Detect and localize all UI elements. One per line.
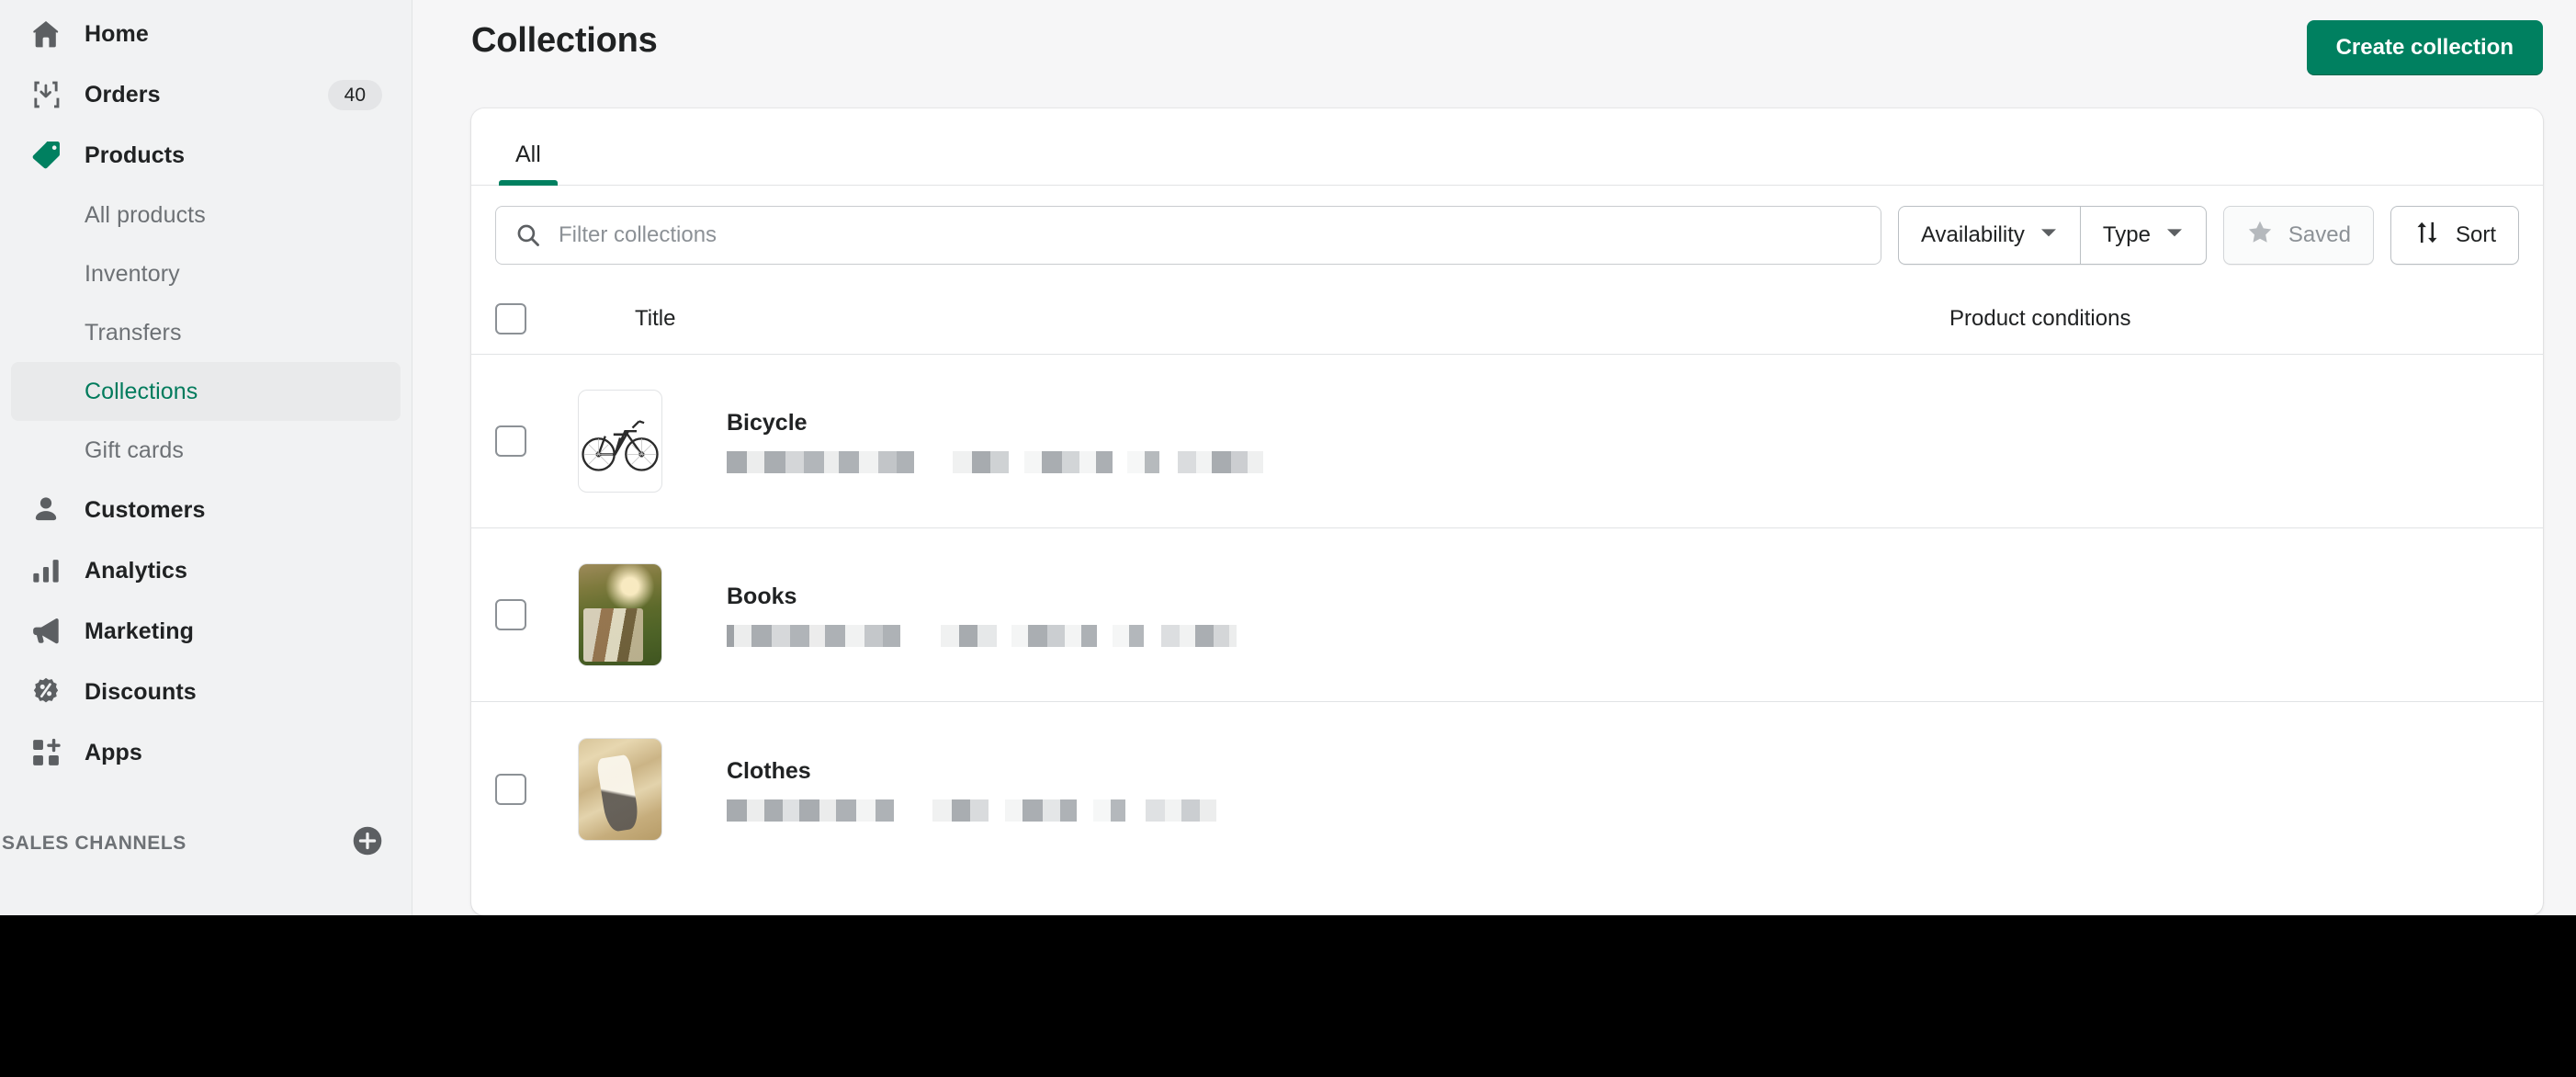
search-icon: [514, 221, 542, 249]
row-text-block: Bicycle: [727, 409, 1263, 473]
viewport-letterbox: [0, 915, 2576, 1077]
shopify-admin-app: Home Orders 40 Products All products: [0, 0, 2576, 915]
sidebar-item-analytics[interactable]: Analytics: [11, 540, 401, 601]
row-select-cell: [495, 425, 554, 457]
sort-label: Sort: [2456, 222, 2496, 248]
sidebar-item-label: Marketing: [85, 618, 194, 645]
chevron-down-icon: [2039, 222, 2058, 248]
collection-title: Bicycle: [727, 409, 1263, 436]
product-conditions-column-label: Product conditions: [1949, 306, 2130, 331]
saved-filter-button[interactable]: Saved: [2223, 206, 2374, 265]
sidebar-subitem-label: Inventory: [85, 261, 180, 288]
row-checkbox[interactable]: [495, 599, 526, 630]
star-icon: [2246, 219, 2274, 253]
select-all-cell: [495, 303, 554, 334]
sidebar-item-home[interactable]: Home: [11, 4, 401, 64]
sales-channels-header: SALES CHANNELS: [0, 825, 412, 861]
row-text-block: Clothes: [727, 757, 1216, 822]
type-filter-label: Type: [2103, 222, 2151, 248]
sidebar-item-label: Discounts: [85, 679, 197, 706]
table-row[interactable]: Clothes: [471, 702, 2543, 876]
plus-circle-icon[interactable]: [352, 825, 383, 861]
tab-label: All: [515, 142, 541, 167]
filter-button-group: Availability Type: [1898, 206, 2207, 265]
sidebar-item-label: Analytics: [85, 558, 187, 584]
collection-title: Books: [727, 583, 1237, 610]
sidebar-item-apps[interactable]: Apps: [11, 722, 401, 783]
books-photo: [578, 563, 662, 666]
sidebar-item-collections[interactable]: Collections: [11, 362, 401, 421]
create-collection-button[interactable]: Create collection: [2307, 20, 2543, 75]
page-title: Collections: [471, 20, 658, 62]
tab-bar: All: [471, 108, 2543, 186]
sidebar-item-label: Customers: [85, 497, 206, 524]
row-checkbox[interactable]: [495, 774, 526, 805]
analytics-bars-icon: [29, 554, 70, 587]
sidebar-subitem-label: All products: [85, 202, 206, 229]
filter-bar: Availability Type: [471, 186, 2543, 283]
table-header-row: Title Product conditions: [471, 283, 2543, 355]
discounts-percent-icon: [29, 675, 70, 709]
products-tag-icon: [29, 139, 70, 172]
sidebar-item-label: Apps: [85, 740, 142, 766]
row-title-cell: Books: [554, 563, 1949, 666]
row-text-block: Books: [727, 583, 1237, 647]
row-checkbox[interactable]: [495, 425, 526, 457]
sidebar-item-marketing[interactable]: Marketing: [11, 601, 401, 662]
collection-title: Clothes: [727, 757, 1216, 785]
sidebar-subitem-label: Collections: [85, 379, 198, 405]
sidebar-item-discounts[interactable]: Discounts: [11, 662, 401, 722]
availability-filter-button[interactable]: Availability: [1898, 206, 2080, 265]
redacted-subtitle: [727, 451, 1263, 473]
sidebar: Home Orders 40 Products All products: [0, 0, 412, 915]
type-filter-button[interactable]: Type: [2080, 206, 2207, 265]
main-content: Collections Create collection All: [412, 0, 2576, 915]
sales-channels-title: SALES CHANNELS: [2, 833, 186, 855]
table-row[interactable]: Books: [471, 528, 2543, 702]
apps-grid-plus-icon: [29, 736, 70, 769]
orders-icon: [29, 78, 70, 111]
sidebar-item-customers[interactable]: Customers: [11, 480, 401, 540]
row-title-cell: Clothes: [554, 738, 1949, 841]
row-select-cell: [495, 599, 554, 630]
select-all-checkbox[interactable]: [495, 303, 526, 334]
sidebar-subitem-label: Gift cards: [85, 437, 184, 464]
clothes-photo: [578, 738, 662, 841]
sidebar-item-inventory[interactable]: Inventory: [11, 244, 401, 303]
sidebar-item-all-products[interactable]: All products: [11, 186, 401, 244]
bicycle-photo: [578, 390, 662, 493]
search-input[interactable]: [559, 222, 1862, 248]
sidebar-item-label: Home: [85, 21, 149, 48]
marketing-megaphone-icon: [29, 615, 70, 648]
sort-arrows-icon: [2413, 219, 2441, 253]
product-conditions-column-header: Product conditions: [1949, 306, 2519, 332]
row-title-cell: Bicycle: [554, 390, 1949, 493]
sidebar-item-products[interactable]: Products: [11, 125, 401, 186]
search-field[interactable]: [495, 206, 1881, 265]
sidebar-item-transfers[interactable]: Transfers: [11, 303, 401, 362]
sidebar-item-gift-cards[interactable]: Gift cards: [11, 421, 401, 480]
sidebar-item-label: Orders: [85, 82, 161, 108]
sort-button[interactable]: Sort: [2390, 206, 2519, 265]
title-column-label: Title: [635, 306, 675, 331]
sidebar-item-label: Products: [85, 142, 185, 169]
sidebar-item-orders[interactable]: Orders 40: [11, 64, 401, 125]
home-icon: [29, 17, 70, 51]
row-select-cell: [495, 774, 554, 805]
table-row[interactable]: Bicycle: [471, 355, 2543, 528]
availability-filter-label: Availability: [1921, 222, 2025, 248]
tab-all[interactable]: All: [491, 143, 565, 185]
chevron-down-icon: [2165, 222, 2184, 248]
redacted-subtitle: [727, 625, 1237, 647]
saved-filter-label: Saved: [2288, 222, 2351, 248]
page-header: Collections Create collection: [412, 0, 2576, 108]
sidebar-subitem-label: Transfers: [85, 320, 182, 346]
customer-person-icon: [29, 493, 70, 527]
orders-count-badge: 40: [328, 80, 382, 110]
collections-card: All Availability: [471, 108, 2543, 915]
redacted-subtitle: [727, 799, 1216, 822]
title-column-header: Title: [554, 306, 1949, 332]
